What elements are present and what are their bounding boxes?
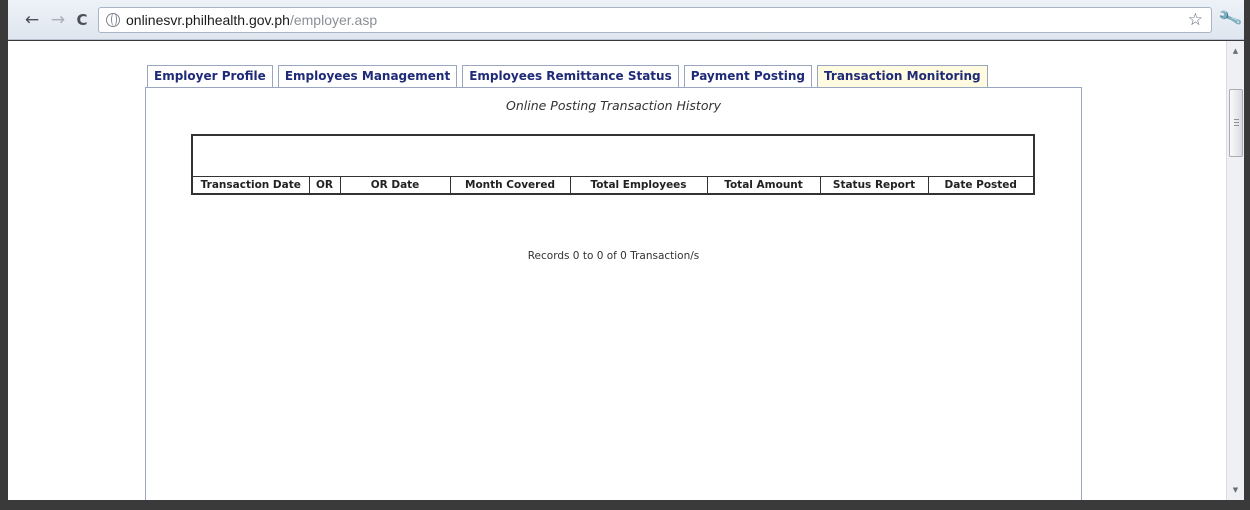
col-total-employees: Total Employees [569,176,707,194]
bookmark-star-icon[interactable]: ☆ [1188,10,1203,30]
tab-employees-management[interactable]: Employees Management [277,65,458,87]
col-month-covered: Month Covered [449,176,570,194]
col-date-posted: Date Posted [927,176,1034,194]
tab-employer-profile[interactable]: Employer Profile [147,65,273,87]
page-title: Online Posting Transaction History [505,98,721,113]
tab-bar: Employer Profile Employees Management Em… [147,65,988,87]
browser-toolbar: ← → C onlinesvr.philhealth.gov.ph/employ… [8,0,1244,40]
back-icon[interactable]: ← [22,10,42,30]
tab-employees-remittance-status[interactable]: Employees Remittance Status [462,65,679,87]
records-count: Records 0 to 0 of 0 Transaction/s [527,250,700,262]
url-path: /employer.asp [289,12,378,28]
url-domain: onlinesvr.philhealth.gov.ph [126,12,290,28]
table-caption-area [192,135,1034,177]
col-or-date: OR Date [339,176,450,194]
tab-panel: Online Posting Transaction History Trans… [145,87,1082,500]
col-or: OR [308,176,340,194]
forward-icon[interactable]: → [48,10,68,30]
scroll-down-icon[interactable]: ▼ [1227,482,1244,498]
tab-transaction-monitoring[interactable]: Transaction Monitoring [817,65,988,87]
globe-icon [106,13,120,27]
address-bar[interactable]: onlinesvr.philhealth.gov.ph/employer.asp… [98,7,1212,33]
col-status-report: Status Report [819,176,928,194]
transaction-table: Transaction Date OR OR Date Month Covere… [191,134,1035,195]
reload-icon[interactable]: C [72,10,92,30]
vertical-scrollbar[interactable]: ▲ ▼ [1226,41,1244,500]
grip-icon [1234,119,1239,126]
table-header-row: Transaction Date OR OR Date Month Covere… [192,176,1034,194]
page-viewport: Employer Profile Employees Management Em… [8,41,1244,500]
wrench-icon[interactable]: 🔧 [1217,6,1244,32]
scroll-up-icon[interactable]: ▲ [1227,43,1244,59]
url-text: onlinesvr.philhealth.gov.ph/employer.asp [126,12,377,28]
col-transaction-date: Transaction Date [200,178,301,191]
scrollbar-thumb[interactable] [1229,89,1243,157]
tab-payment-posting[interactable]: Payment Posting [683,65,813,87]
col-total-amount: Total Amount [706,176,820,194]
